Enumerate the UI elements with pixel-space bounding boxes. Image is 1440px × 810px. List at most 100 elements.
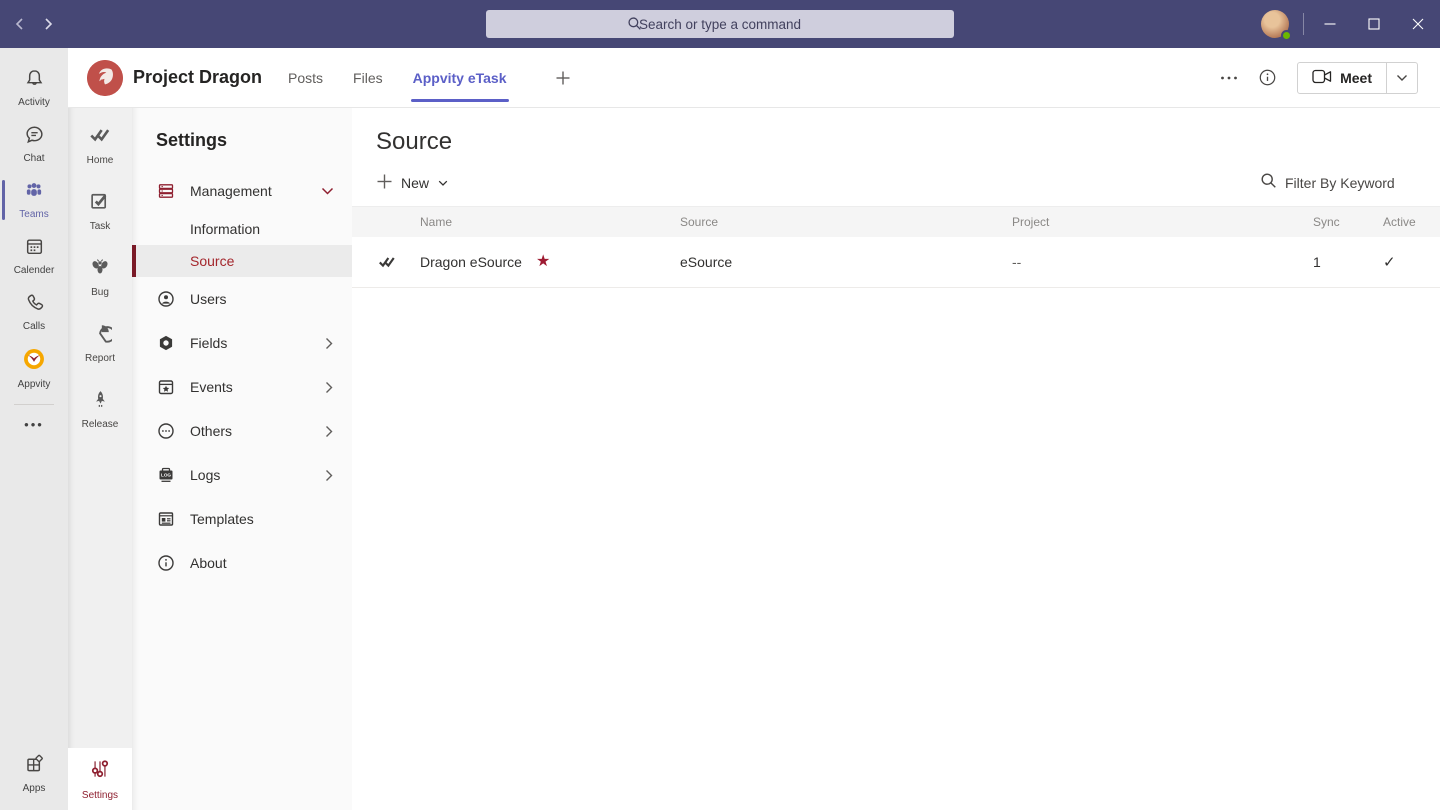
etask-rail-bug[interactable]: Bug xyxy=(68,252,132,318)
sidebar-item-calls[interactable]: Calls xyxy=(0,284,68,340)
chat-icon xyxy=(24,124,45,150)
chevron-right-icon xyxy=(325,425,334,438)
settings-item-label: Users xyxy=(190,291,227,307)
user-avatar[interactable] xyxy=(1261,10,1289,38)
task-checkbox-icon xyxy=(89,190,112,217)
chevron-right-icon xyxy=(325,469,334,482)
page-title: Source xyxy=(376,128,1440,156)
rocket-icon xyxy=(89,388,112,415)
etask-rail-release[interactable]: Release xyxy=(68,384,132,450)
back-icon[interactable] xyxy=(14,17,26,31)
etask-rail-label: Settings xyxy=(82,790,118,801)
sidebar-label: Calls xyxy=(23,321,45,332)
tab-appvity-etask[interactable]: Appvity eTask xyxy=(411,64,509,92)
channel-tabs: Posts Files Appvity eTask xyxy=(286,48,570,107)
search-input[interactable] xyxy=(486,10,954,38)
settings-item-users[interactable]: Users xyxy=(132,277,352,321)
camera-icon xyxy=(1312,69,1332,87)
column-sync[interactable]: Sync xyxy=(1313,215,1383,229)
info-icon[interactable] xyxy=(1258,68,1277,87)
filter-input[interactable] xyxy=(1285,175,1410,191)
settings-item-others[interactable]: Others xyxy=(132,409,352,453)
settings-item-templates[interactable]: Templates xyxy=(132,497,352,541)
settings-item-information[interactable]: Information xyxy=(132,213,352,245)
settings-item-logs[interactable]: LOG Logs xyxy=(132,453,352,497)
sidebar-item-appvity[interactable]: Appvity xyxy=(0,340,68,396)
chevron-right-icon xyxy=(325,337,334,350)
sidebar-label: Activity xyxy=(18,97,50,108)
more-options-icon[interactable] xyxy=(1220,75,1238,81)
settings-nav-title: Settings xyxy=(156,130,352,151)
forward-icon[interactable] xyxy=(42,17,54,31)
settings-item-label: Events xyxy=(190,379,233,395)
sidebar-item-apps[interactable]: Apps xyxy=(0,746,68,802)
more-apps-icon[interactable]: ••• xyxy=(24,417,44,432)
team-avatar[interactable] xyxy=(87,60,123,96)
tab-files[interactable]: Files xyxy=(351,64,385,92)
star-icon[interactable]: ★ xyxy=(536,254,550,270)
plus-icon xyxy=(376,173,393,193)
double-check-icon xyxy=(88,124,112,151)
channel-header: Project Dragon Posts Files Appvity eTask… xyxy=(68,48,1440,108)
row-name[interactable]: Dragon eSource xyxy=(420,254,522,270)
settings-item-about[interactable]: About xyxy=(132,541,352,585)
tab-posts[interactable]: Posts xyxy=(286,64,325,92)
status-available-icon xyxy=(1281,30,1292,41)
teams-icon xyxy=(23,180,45,206)
phone-icon xyxy=(24,292,45,318)
search-icon xyxy=(1260,172,1277,194)
meet-button[interactable]: Meet xyxy=(1298,63,1386,93)
etask-rail-settings[interactable]: Settings xyxy=(68,748,132,810)
sidebar-item-activity[interactable]: Activity xyxy=(0,60,68,116)
calendar-icon xyxy=(24,236,45,262)
etask-rail-label: Release xyxy=(82,419,119,430)
settings-nav: Settings Management Information Source U… xyxy=(132,108,352,810)
settings-item-fields[interactable]: Fields xyxy=(132,321,352,365)
add-tab-icon[interactable] xyxy=(555,70,571,86)
settings-item-label: Logs xyxy=(190,467,220,483)
etask-rail: Home Task Bug Report Release xyxy=(68,108,132,810)
info-circle-icon xyxy=(156,553,176,573)
bug-icon xyxy=(88,256,112,283)
rail-divider xyxy=(14,404,54,405)
row-project: -- xyxy=(1012,254,1313,270)
apps-grid-icon xyxy=(24,754,45,780)
close-button[interactable] xyxy=(1396,0,1440,48)
server-stack-icon xyxy=(156,181,176,201)
settings-item-label: Templates xyxy=(190,511,254,527)
meet-split-button: Meet xyxy=(1297,62,1418,94)
sidebar-item-chat[interactable]: Chat xyxy=(0,116,68,172)
maximize-button[interactable] xyxy=(1352,0,1396,48)
settings-item-label: Others xyxy=(190,423,232,439)
column-name[interactable]: Name xyxy=(420,215,680,229)
column-active[interactable]: Active xyxy=(1383,215,1440,229)
sidebar-item-teams[interactable]: Teams xyxy=(0,172,68,228)
column-source[interactable]: Source xyxy=(680,215,1012,229)
log-box-icon: LOG xyxy=(156,465,176,485)
sliders-icon xyxy=(88,757,112,786)
minimize-button[interactable] xyxy=(1308,0,1352,48)
new-button[interactable]: New xyxy=(376,173,448,193)
etask-rail-label: Task xyxy=(90,221,111,232)
etask-rail-home[interactable]: Home xyxy=(68,120,132,186)
main-content: Source New Name Source xyxy=(352,108,1440,810)
etask-rail-report[interactable]: Report xyxy=(68,318,132,384)
column-project[interactable]: Project xyxy=(1012,215,1313,229)
chevron-down-icon xyxy=(321,187,334,196)
table-row[interactable]: Dragon eSource ★ eSource -- 1 ✓ xyxy=(352,237,1440,288)
meet-label: Meet xyxy=(1340,70,1372,86)
source-item-icon xyxy=(377,253,420,271)
sidebar-item-calendar[interactable]: Calender xyxy=(0,228,68,284)
table-header: Name Source Project Sync Active xyxy=(352,206,1440,237)
settings-item-management[interactable]: Management xyxy=(132,169,352,213)
etask-rail-label: Bug xyxy=(91,287,109,298)
titlebar-separator xyxy=(1303,13,1304,35)
meet-options-chevron[interactable] xyxy=(1387,63,1417,93)
filter-box xyxy=(1260,172,1410,194)
app-rail: Activity Chat Teams Calender Calls Appvi… xyxy=(0,48,68,810)
new-button-label: New xyxy=(401,175,429,191)
etask-rail-task[interactable]: Task xyxy=(68,186,132,252)
settings-item-source[interactable]: Source xyxy=(132,245,352,277)
row-source: eSource xyxy=(680,254,1012,270)
settings-item-events[interactable]: Events xyxy=(132,365,352,409)
